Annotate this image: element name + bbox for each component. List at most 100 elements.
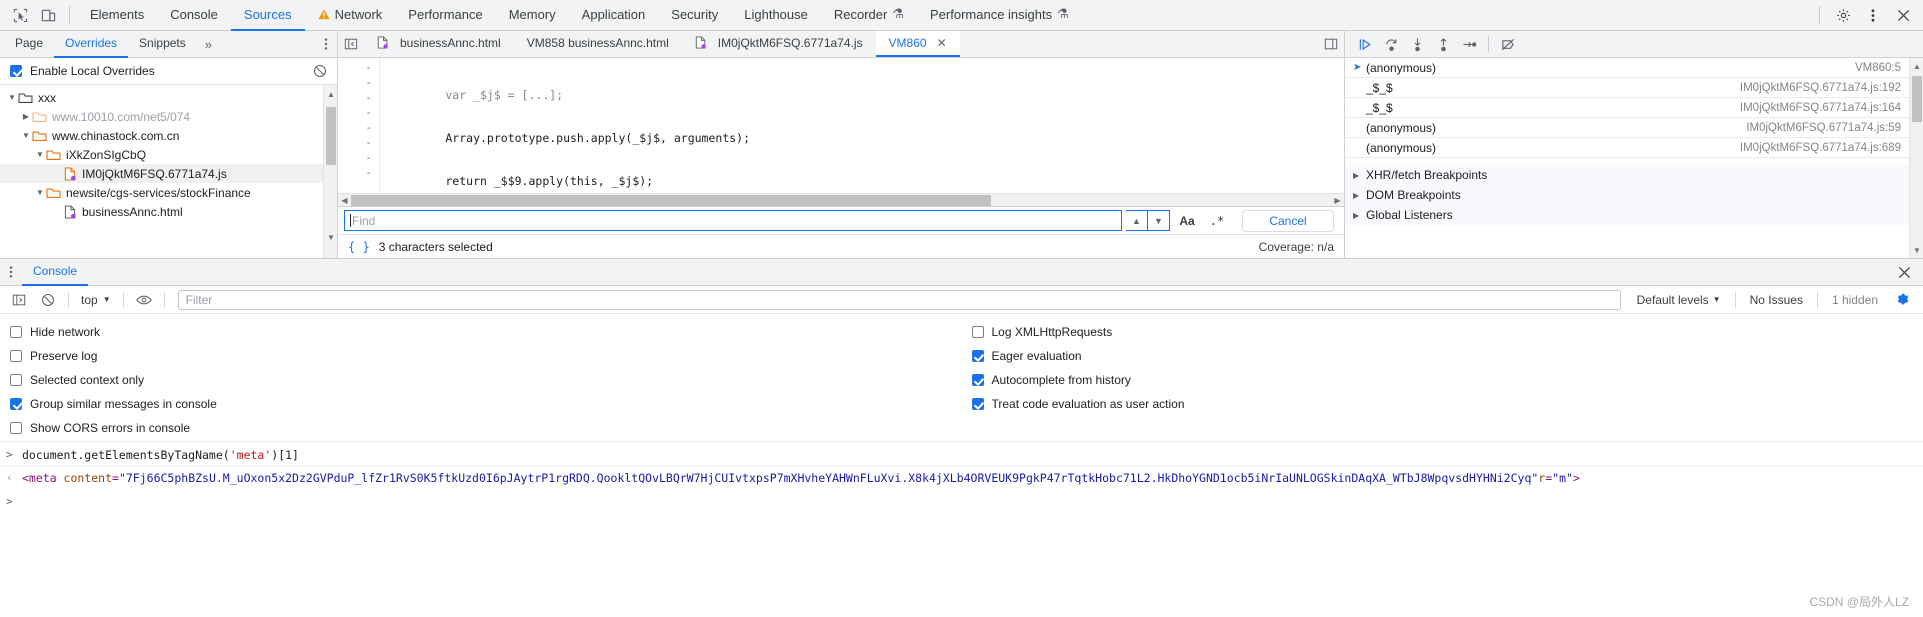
autocomplete-from-history-checkbox[interactable] <box>971 374 984 386</box>
setting-group-similar-messages[interactable]: Group similar messages in console <box>10 397 962 411</box>
debugger-scrollbar[interactable]: ▲ ▼ <box>1909 58 1923 258</box>
step-into-next-function-call-icon[interactable] <box>1405 33 1429 55</box>
setting-preserve-log[interactable]: Preserve log <box>10 349 962 363</box>
live-expression-eye-icon[interactable] <box>131 288 157 312</box>
enable-overrides-checkbox[interactable] <box>10 65 22 77</box>
console-result-row[interactable]: ‹ <meta content="7Fj66C5phBZsU.M_uOxon5x… <box>0 467 1923 489</box>
tree-row[interactable]: ▶ businessAnnc.html <box>0 202 337 221</box>
clear-console-icon[interactable] <box>35 288 61 312</box>
inspect-element-icon[interactable] <box>6 2 34 28</box>
scroll-up-icon[interactable]: ▲ <box>1910 59 1923 73</box>
treat-code-evaluation-checkbox[interactable] <box>971 398 984 410</box>
chevron-down-icon[interactable]: ▼ <box>6 93 18 102</box>
preserve-log-checkbox[interactable] <box>10 350 22 362</box>
show-navigator-icon[interactable] <box>338 31 364 57</box>
selected-context-only-checkbox[interactable] <box>10 374 22 386</box>
more-options-icon[interactable] <box>1859 2 1887 28</box>
tab-performance-insights[interactable]: Performance insights ⚗ <box>917 0 1082 31</box>
find-next-icon[interactable]: ▼ <box>1148 210 1170 231</box>
clear-configuration-icon[interactable] <box>313 64 327 78</box>
tab-elements[interactable]: Elements <box>77 0 157 31</box>
code-content[interactable]: var _$j$ = [...]; Array.prototype.push.a… <box>380 58 1344 193</box>
chevron-right-icon[interactable]: ▶ <box>1353 171 1366 180</box>
section-dom-breakpoints[interactable]: ▶ DOM Breakpoints <box>1345 185 1923 205</box>
call-stack-row[interactable]: _$_$ IM0jQktM6FSQ.6771a74.js:192 <box>1345 78 1923 98</box>
scroll-left-icon[interactable]: ◀ <box>338 196 351 205</box>
chevron-down-icon[interactable]: ▼ <box>20 131 32 140</box>
scroll-up-icon[interactable]: ▲ <box>324 87 337 101</box>
chevron-down-icon[interactable]: ▼ <box>34 150 46 159</box>
chevron-right-icon[interactable]: ▶ <box>20 112 32 121</box>
device-toolbar-icon[interactable] <box>34 2 62 28</box>
setting-eager-evaluation[interactable]: Eager evaluation <box>971 349 1923 363</box>
chevron-right-icon[interactable]: ▶ <box>1353 191 1366 200</box>
console-input-row[interactable]: > document.getElementsByTagName('meta')[… <box>0 444 1923 467</box>
match-case-button[interactable]: Aa <box>1174 214 1200 228</box>
editor-tab-vm860[interactable]: VM860 ✕ <box>875 31 960 57</box>
setting-selected-context-only[interactable]: Selected context only <box>10 373 962 387</box>
tab-network[interactable]: Network <box>305 0 396 31</box>
tab-security[interactable]: Security <box>658 0 731 31</box>
group-similar-messages-checkbox[interactable] <box>10 398 22 410</box>
tree-row[interactable]: ▼ xxx <box>0 88 337 107</box>
console-settings-gear-icon[interactable] <box>1888 292 1917 307</box>
tree-row[interactable]: ▼ iXkZonSIgCbQ <box>0 145 337 164</box>
navigator-more-options-icon[interactable] <box>315 31 337 58</box>
gear-icon[interactable] <box>1829 2 1857 28</box>
nav-tab-overrides[interactable]: Overrides <box>54 31 129 58</box>
scroll-down-icon[interactable]: ▼ <box>1910 243 1923 257</box>
setting-hide-network[interactable]: Hide network <box>10 325 962 339</box>
tree-row[interactable]: ▼ www.chinastock.com.cn <box>0 126 337 145</box>
setting-treat-code-evaluation-as-user-action[interactable]: Treat code evaluation as user action <box>971 397 1923 411</box>
tab-memory[interactable]: Memory <box>496 0 569 31</box>
editor-tab-vm858[interactable]: VM858 businessAnnc.html <box>514 31 682 57</box>
section-global-listeners[interactable]: ▶ Global Listeners <box>1345 205 1923 225</box>
scroll-down-icon[interactable]: ▼ <box>324 230 337 244</box>
pretty-print-icon[interactable]: { } <box>348 240 370 254</box>
scrollbar-thumb[interactable] <box>351 195 991 206</box>
tab-recorder[interactable]: Recorder ⚗ <box>821 0 917 31</box>
editor-tab-businessannc[interactable]: businessAnnc.html <box>364 31 514 57</box>
issues-counter[interactable]: No Issues <box>1743 293 1810 307</box>
find-previous-icon[interactable]: ▲ <box>1126 210 1148 231</box>
close-icon[interactable] <box>1889 2 1917 28</box>
more-tabs-icon[interactable]: » <box>197 31 220 58</box>
step-out-of-current-function-icon[interactable] <box>1431 33 1455 55</box>
console-sidebar-icon[interactable] <box>6 288 32 312</box>
call-stack-row[interactable]: ➤ (anonymous) VM860:5 <box>1345 58 1923 78</box>
call-stack-row[interactable]: _$_$ IM0jQktM6FSQ.6771a74.js:164 <box>1345 98 1923 118</box>
console-prompt-row[interactable]: > <box>0 489 1923 508</box>
tab-application[interactable]: Application <box>569 0 659 31</box>
scroll-right-icon[interactable]: ▶ <box>1331 196 1344 205</box>
tab-performance[interactable]: Performance <box>395 0 495 31</box>
close-icon[interactable]: ✕ <box>937 36 947 50</box>
editor-horizontal-scrollbar[interactable]: ◀ ▶ <box>338 193 1344 206</box>
tab-sources[interactable]: Sources <box>230 0 305 31</box>
log-xmlhttprequests-checkbox[interactable] <box>971 326 984 338</box>
enable-overrides-row[interactable]: Enable Local Overrides <box>0 58 337 85</box>
setting-log-xmlhttprequests[interactable]: Log XMLHttpRequests <box>971 325 1923 339</box>
eager-evaluation-checkbox[interactable] <box>971 350 984 362</box>
close-icon[interactable] <box>1886 266 1923 279</box>
tab-lighthouse[interactable]: Lighthouse <box>731 0 821 31</box>
drawer-more-tools-icon[interactable] <box>0 265 22 279</box>
setting-autocomplete-from-history[interactable]: Autocomplete from history <box>971 373 1923 387</box>
nav-tab-snippets[interactable]: Snippets <box>128 31 197 58</box>
step-icon[interactable] <box>1457 33 1481 55</box>
execution-context-selector[interactable]: top ▼ <box>76 293 116 307</box>
section-xhr-fetch-breakpoints[interactable]: ▶ XHR/fetch Breakpoints <box>1345 165 1923 185</box>
drawer-tab-console[interactable]: Console <box>22 259 89 286</box>
hide-network-checkbox[interactable] <box>10 326 22 338</box>
deactivate-breakpoints-icon[interactable] <box>1496 33 1520 55</box>
call-stack-row[interactable]: (anonymous) IM0jQktM6FSQ.6771a74.js:689 <box>1345 138 1923 158</box>
chevron-right-icon[interactable]: ▶ <box>1353 211 1366 220</box>
call-stack-row[interactable]: (anonymous) IM0jQktM6FSQ.6771a74.js:59 <box>1345 118 1923 138</box>
tree-row[interactable]: ▼ newsite/cgs-services/stockFinance <box>0 183 337 202</box>
step-over-next-function-call-icon[interactable] <box>1379 33 1403 55</box>
console-filter-input[interactable]: Filter <box>177 289 1621 310</box>
cancel-button[interactable]: Cancel <box>1242 209 1334 232</box>
log-levels-dropdown[interactable]: Default levels ▼ <box>1630 293 1728 307</box>
scrollbar-thumb[interactable] <box>326 107 336 165</box>
setting-show-cors-errors[interactable]: Show CORS errors in console <box>10 421 962 435</box>
tree-row[interactable]: ▶ IM0jQktM6FSQ.6771a74.js <box>0 164 337 183</box>
